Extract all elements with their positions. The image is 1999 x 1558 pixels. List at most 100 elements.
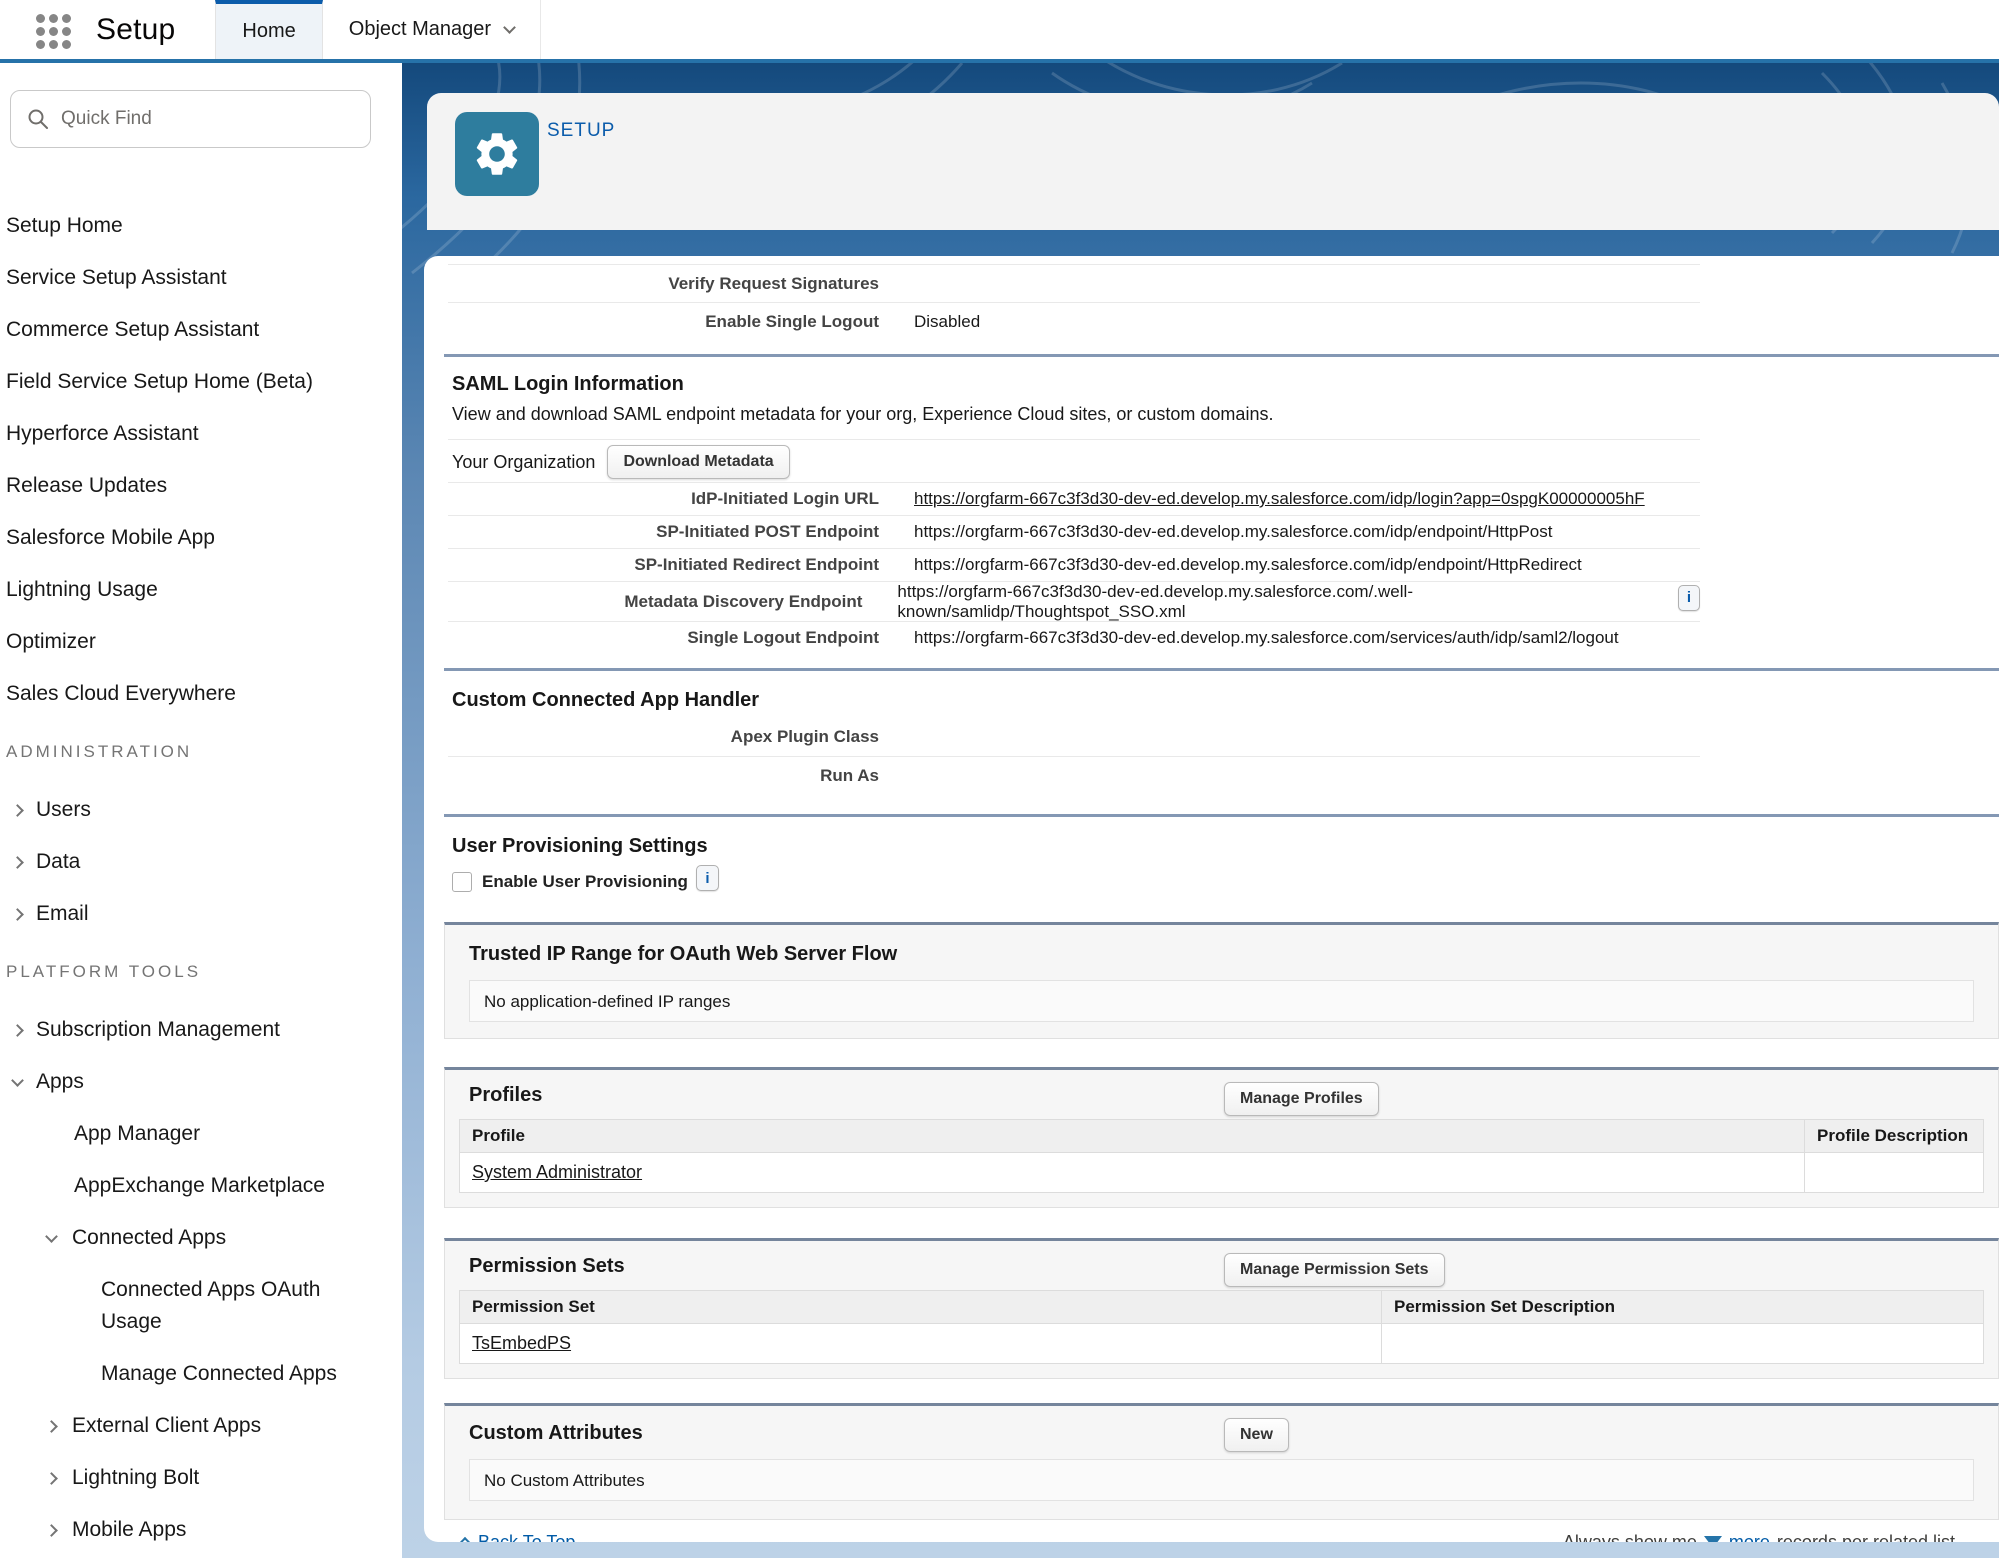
sidebar-item-optimizer[interactable]: Optimizer	[0, 616, 402, 668]
back-to-top-link[interactable]: Back To Top	[478, 1532, 575, 1543]
sidebar-item-connected-apps-oauth-usage[interactable]: Connected Apps OAuth Usage	[0, 1264, 340, 1348]
permission-sets-heading: Permission Sets	[445, 1241, 1998, 1278]
field-value: https://orgfarm-667c3f3d30-dev-ed.develo…	[897, 582, 1669, 622]
sidebar-item-manage-connected-apps[interactable]: Manage Connected Apps	[0, 1348, 402, 1400]
enable-single-logout-row: Enable Single Logout Disabled	[448, 302, 1700, 340]
permission-set-link[interactable]: TsEmbedPS	[472, 1333, 571, 1353]
info-icon[interactable]: i	[1678, 585, 1700, 611]
permission-set-description-cell	[1382, 1324, 1984, 1364]
manage-profiles-button[interactable]: Manage Profiles	[1224, 1082, 1379, 1116]
saml-login-info-description: View and download SAML endpoint metadata…	[452, 404, 1999, 425]
sidebar-item-service-setup-assistant[interactable]: Service Setup Assistant	[0, 252, 402, 304]
field-label: SP-Initiated Redirect Endpoint	[448, 555, 879, 575]
custom-attributes-heading: Custom Attributes	[445, 1406, 1998, 1445]
header-divider	[0, 59, 1999, 63]
row-divider	[448, 439, 1700, 440]
single-logout-endpoint-row: Single Logout Endpoint https://orgfarm-6…	[448, 621, 1700, 654]
tab-home[interactable]: Home	[215, 0, 322, 59]
sidebar-item-users[interactable]: Users	[0, 784, 402, 836]
section-divider	[444, 354, 1999, 357]
tab-object-manager[interactable]: Object Manager	[323, 0, 541, 59]
sidebar-item-data[interactable]: Data	[0, 836, 402, 888]
field-label: Metadata Discovery Endpoint	[448, 592, 862, 612]
chevron-right-icon	[11, 804, 24, 817]
custom-attributes-empty-message: No Custom Attributes	[469, 1459, 1974, 1501]
enable-user-provisioning-row: Enable User Provisioning i	[452, 870, 1999, 894]
sidebar-item-apps[interactable]: Apps	[0, 1056, 402, 1108]
field-value: https://orgfarm-667c3f3d30-dev-ed.develo…	[914, 555, 1582, 575]
sidebar-item-connected-apps[interactable]: Connected Apps	[0, 1212, 402, 1264]
app-launcher-icon[interactable]	[36, 14, 70, 48]
sidebar-item-external-client-apps[interactable]: External Client Apps	[0, 1400, 402, 1452]
section-divider	[444, 668, 1999, 671]
permission-sets-card: Permission Sets Manage Permission Sets P…	[444, 1238, 1999, 1379]
always-show-me-text: Always show me	[1563, 1532, 1697, 1543]
sp-initiated-redirect-endpoint-row: SP-Initiated Redirect Endpoint https://o…	[448, 548, 1700, 581]
chevron-right-icon	[11, 1024, 24, 1037]
profile-description-cell	[1805, 1153, 1984, 1193]
chevron-down-icon	[11, 1074, 24, 1087]
sidebar-item-field-service-setup-home[interactable]: Field Service Setup Home (Beta)	[0, 356, 402, 408]
permission-set-description-column-header: Permission Set Description	[1382, 1291, 1984, 1324]
field-value: https://orgfarm-667c3f3d30-dev-ed.develo…	[914, 628, 1619, 648]
custom-handler-rows: Apex Plugin Class Run As	[424, 718, 1999, 794]
manage-permission-sets-button[interactable]: Manage Permission Sets	[1224, 1253, 1445, 1287]
records-per-list-control: Always show me more records per related …	[1563, 1532, 1955, 1543]
back-to-top[interactable]: Back To Top	[460, 1532, 575, 1543]
idp-login-url-link[interactable]: https://orgfarm-667c3f3d30-dev-ed.develo…	[914, 489, 1645, 509]
field-label: Verify Request Signatures	[448, 274, 879, 294]
custom-attributes-card: Custom Attributes New No Custom Attribut…	[444, 1403, 1999, 1520]
chevron-right-icon	[45, 1472, 58, 1485]
profiles-table: Profile Profile Description System Admin…	[459, 1119, 1984, 1193]
trusted-ip-range-card: Trusted IP Range for OAuth Web Server Fl…	[444, 922, 1999, 1039]
idp-initiated-login-url-row: IdP-Initiated Login URL https://orgfarm-…	[448, 482, 1700, 515]
your-organization-row: Your Organization Download Metadata	[452, 442, 1999, 482]
records-per-related-list-text: records per related list	[1777, 1532, 1955, 1543]
field-value: https://orgfarm-667c3f3d30-dev-ed.develo…	[914, 522, 1552, 542]
sso-settings-rows: Verify Request Signatures Enable Single …	[424, 264, 1999, 340]
tab-object-manager-label: Object Manager	[349, 18, 491, 41]
profile-link[interactable]: System Administrator	[472, 1162, 642, 1182]
sidebar-item-hyperforce-assistant[interactable]: Hyperforce Assistant	[0, 408, 402, 460]
sidebar-item-appexchange-marketplace[interactable]: AppExchange Marketplace	[0, 1160, 402, 1212]
apex-plugin-class-row: Apex Plugin Class	[448, 718, 1700, 756]
field-label: SP-Initiated POST Endpoint	[448, 522, 879, 542]
sidebar-item-app-manager[interactable]: App Manager	[0, 1108, 402, 1160]
custom-connected-app-handler-heading: Custom Connected App Handler	[452, 689, 1999, 712]
download-metadata-button[interactable]: Download Metadata	[607, 445, 789, 479]
quick-find	[10, 90, 371, 148]
verify-request-signatures-row: Verify Request Signatures	[448, 264, 1700, 302]
search-icon	[27, 108, 49, 130]
search-input[interactable]	[61, 108, 341, 130]
sidebar-item-release-updates[interactable]: Release Updates	[0, 460, 402, 512]
sidebar-item-sales-cloud-everywhere[interactable]: Sales Cloud Everywhere	[0, 668, 402, 720]
sidebar-section-administration: ADMINISTRATION	[0, 720, 402, 776]
sp-initiated-post-endpoint-row: SP-Initiated POST Endpoint https://orgfa…	[448, 515, 1700, 548]
sidebar-section-platform-tools: PLATFORM TOOLS	[0, 940, 402, 996]
user-provisioning-heading: User Provisioning Settings	[452, 835, 1999, 858]
chevron-down-icon	[45, 1230, 58, 1243]
more-records-link[interactable]: more	[1729, 1532, 1770, 1543]
your-organization-label: Your Organization	[452, 452, 595, 473]
dropdown-triangle-icon[interactable]	[1704, 1536, 1722, 1542]
new-custom-attribute-button[interactable]: New	[1224, 1418, 1289, 1452]
chevron-right-icon	[11, 908, 24, 921]
page-title: SETUP	[547, 120, 615, 142]
info-icon[interactable]: i	[696, 865, 719, 891]
sidebar-item-setup-home[interactable]: Setup Home	[0, 200, 402, 252]
sidebar-item-commerce-setup-assistant[interactable]: Commerce Setup Assistant	[0, 304, 402, 356]
table-row: TsEmbedPS	[460, 1324, 1984, 1364]
field-label: IdP-Initiated Login URL	[448, 489, 879, 509]
sidebar-item-email[interactable]: Email	[0, 888, 402, 940]
sidebar-item-lightning-usage[interactable]: Lightning Usage	[0, 564, 402, 616]
field-label: Apex Plugin Class	[448, 727, 879, 747]
field-label: Run As	[448, 766, 879, 786]
sidebar-item-mobile-apps[interactable]: Mobile Apps	[0, 1504, 402, 1556]
sidebar-item-lightning-bolt[interactable]: Lightning Bolt	[0, 1452, 402, 1504]
app-title: Setup	[96, 13, 175, 47]
saml-login-info-heading: SAML Login Information	[452, 373, 1999, 396]
chevron-down-icon	[503, 21, 516, 34]
sidebar-item-salesforce-mobile-app[interactable]: Salesforce Mobile App	[0, 512, 402, 564]
sidebar-item-subscription-management[interactable]: Subscription Management	[0, 1004, 402, 1056]
enable-user-provisioning-checkbox[interactable]	[452, 872, 472, 892]
